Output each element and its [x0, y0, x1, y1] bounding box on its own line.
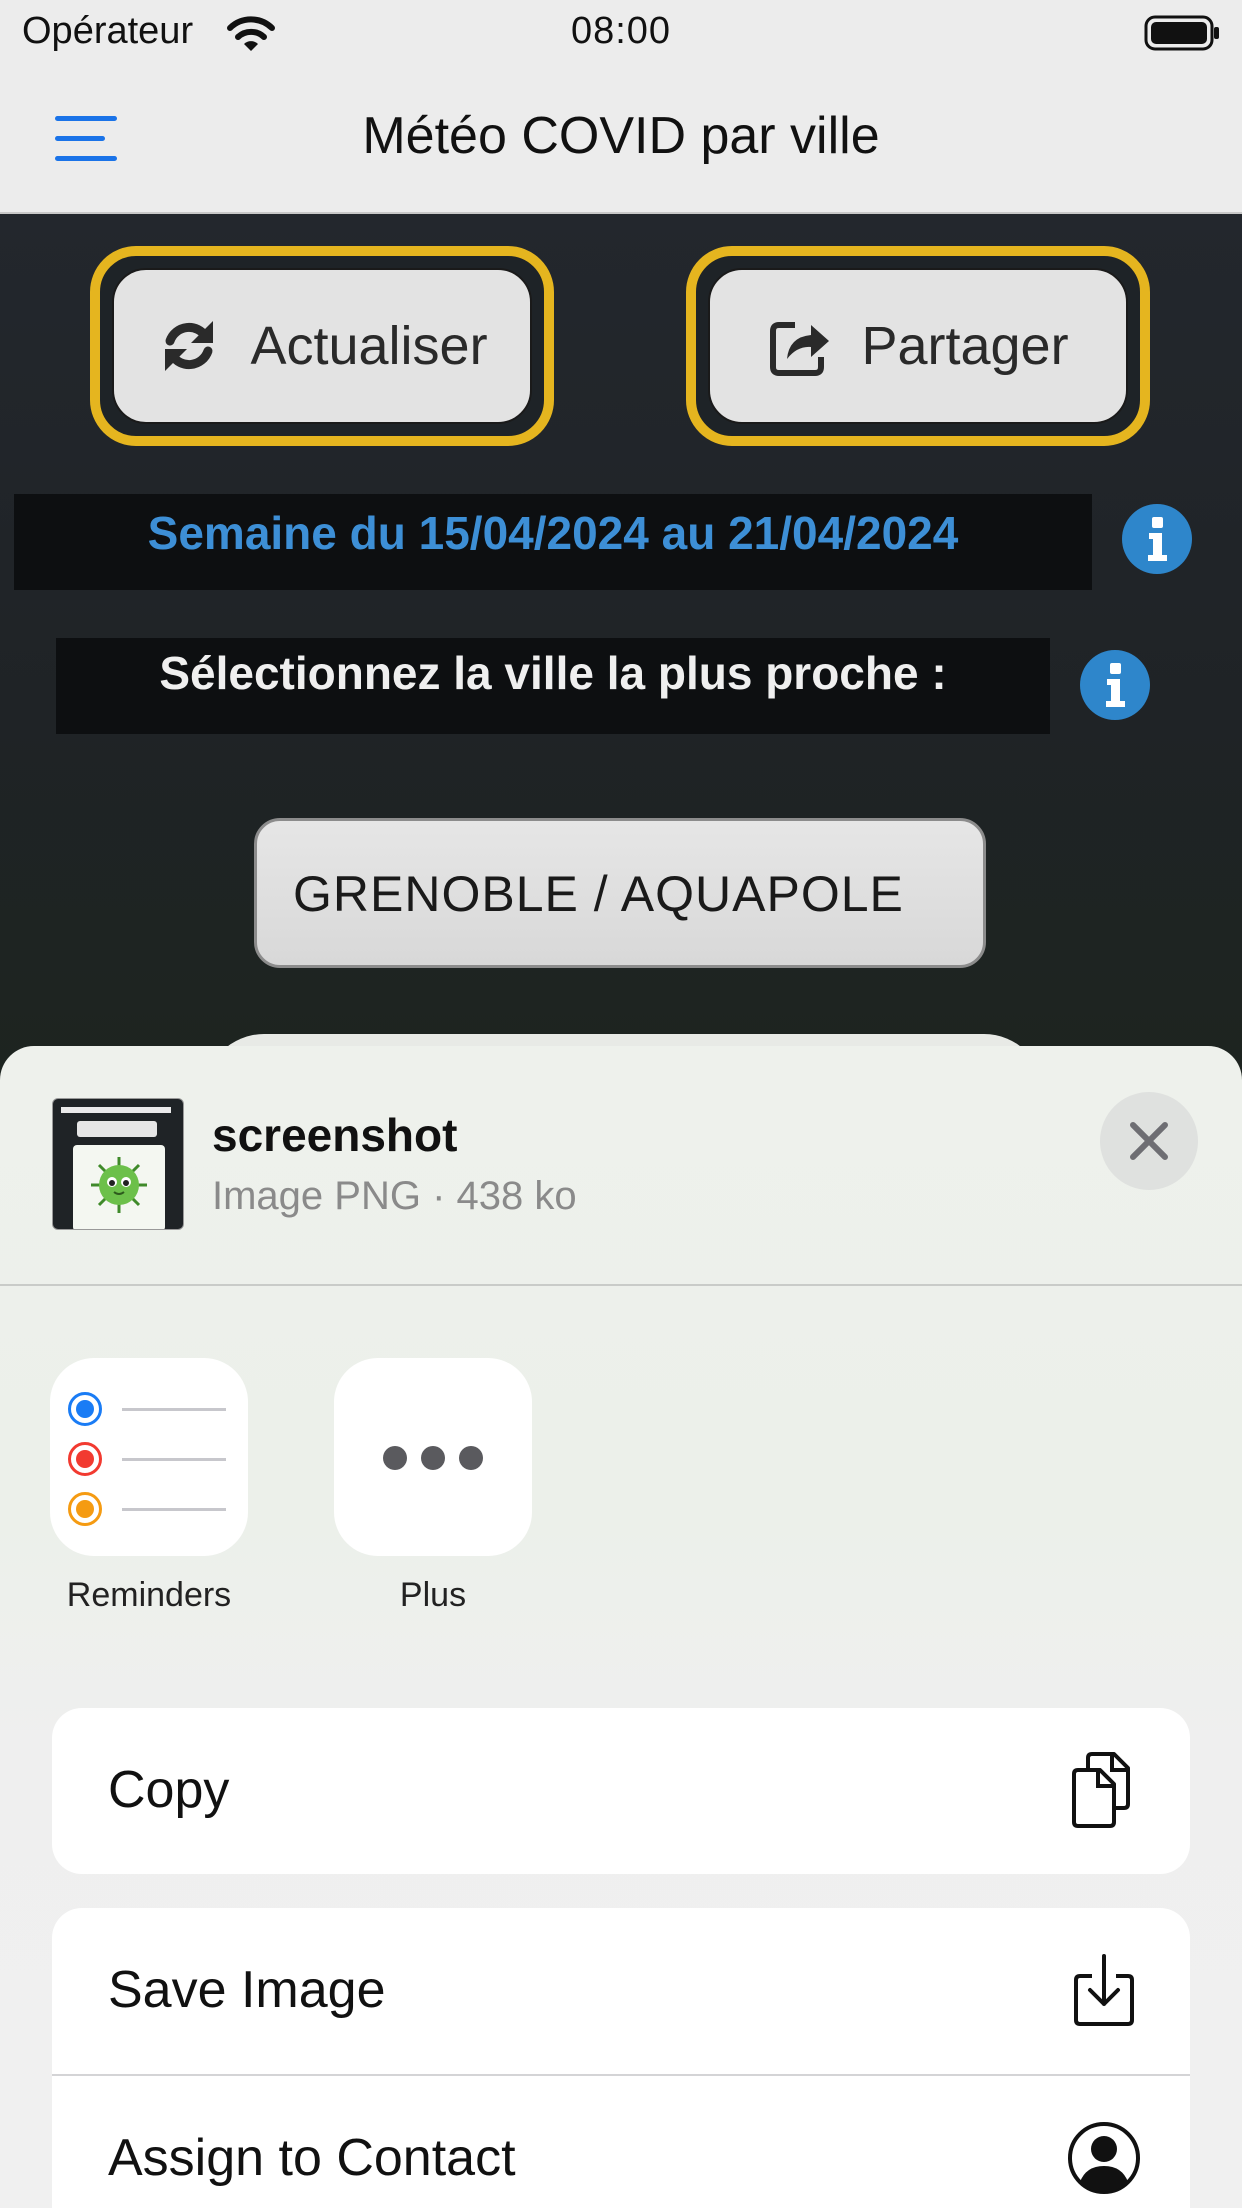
copy-action[interactable]: Copy: [52, 1708, 1190, 1874]
contact-icon: [1068, 2122, 1140, 2194]
city-selected-value: GRENOBLE / AQUAPOLE: [293, 866, 904, 922]
week-range: Semaine du 15/04/2024 au 21/04/2024: [147, 507, 959, 559]
save-image-action[interactable]: Save Image: [52, 1908, 1190, 2074]
save-image-label: Save Image: [108, 1961, 386, 2019]
copy-action-group: Copy: [52, 1708, 1190, 1874]
share-sheet: screenshot Image PNG · 438 ko Reminders …: [0, 1046, 1242, 2208]
status-bar: Opérateur 08:00: [0, 0, 1242, 66]
close-icon: [1130, 1122, 1168, 1160]
share-label: Partager: [861, 316, 1069, 376]
close-button[interactable]: [1100, 1092, 1198, 1190]
info-icon[interactable]: [1122, 504, 1192, 574]
virus-icon: [91, 1157, 147, 1213]
refresh-button[interactable]: Actualiser: [90, 246, 554, 446]
assign-to-contact-action[interactable]: Assign to Contact: [52, 2076, 1190, 2208]
copy-label: Copy: [108, 1761, 230, 1819]
file-thumbnail: [52, 1098, 184, 1230]
assign-to-contact-label: Assign to Contact: [108, 2129, 516, 2187]
share-actions-group: Save Image Assign to Contact: [52, 1908, 1190, 2208]
clock: 08:00: [570, 10, 672, 52]
navigation-bar: Météo COVID par ville: [0, 66, 1242, 214]
share-button[interactable]: Partager: [686, 246, 1150, 446]
city-select[interactable]: GRENOBLE / AQUAPOLE: [254, 818, 986, 968]
city-prompt: Sélectionnez la ville la plus proche :: [159, 647, 947, 699]
info-icon[interactable]: [1080, 650, 1150, 720]
page-title: Météo COVID par ville: [362, 107, 880, 165]
week-banner: Semaine du 15/04/2024 au 21/04/2024: [14, 494, 1092, 590]
refresh-label: Actualiser: [250, 316, 488, 376]
save-image-icon: [1074, 1954, 1134, 2026]
copy-icon: [1072, 1752, 1130, 1828]
city-prompt-banner: Sélectionnez la ville la plus proche :: [56, 638, 1050, 734]
file-info: Image PNG · 438 ko: [212, 1174, 577, 1218]
more-icon: [334, 1446, 532, 1470]
more-apps-button[interactable]: [334, 1358, 532, 1556]
refresh-icon: [165, 321, 214, 371]
reminders-app-button[interactable]: [50, 1358, 248, 1556]
main-content: Actualiser Partager Semaine du 15/04/202…: [0, 214, 1242, 1154]
share-sheet-header: screenshot Image PNG · 438 ko: [0, 1046, 1242, 1286]
more-apps-label: Plus: [399, 1576, 467, 1614]
share-icon: [770, 322, 830, 376]
battery-icon: [1144, 15, 1219, 51]
file-name: screenshot: [212, 1109, 458, 1161]
reminders-app-label: Reminders: [66, 1576, 232, 1614]
